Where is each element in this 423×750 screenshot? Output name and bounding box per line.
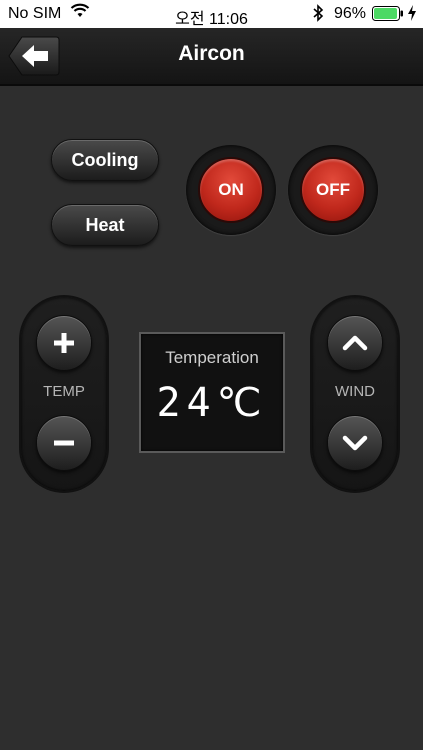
wind-control: WIND (312, 297, 398, 491)
plus-icon (54, 333, 74, 353)
page-title: Aircon (178, 42, 245, 65)
battery-percent: 96% (334, 5, 367, 22)
power-on-button[interactable]: ON (198, 157, 264, 223)
temp-control: TEMP (21, 297, 107, 491)
status-bar: No SIM 오전 11:06 96% (0, 0, 423, 28)
chevron-up-icon (342, 335, 368, 351)
battery-icon (372, 6, 404, 21)
power-off-ring: OFF (288, 145, 378, 235)
wind-label: WIND (335, 383, 375, 400)
charging-bolt-icon (407, 4, 417, 27)
cooling-button[interactable]: Cooling (51, 139, 159, 181)
temp-decrease-button[interactable] (36, 415, 92, 471)
heat-button[interactable]: Heat (51, 204, 159, 246)
temperature-display: Temperation 24℃ (139, 332, 285, 453)
temp-label: TEMP (43, 383, 85, 400)
minus-icon (54, 440, 74, 446)
chevron-down-icon (342, 435, 368, 451)
navigation-bar: Aircon (0, 28, 423, 86)
wind-up-button[interactable] (327, 315, 383, 371)
wind-down-button[interactable] (327, 415, 383, 471)
temp-increase-button[interactable] (36, 315, 92, 371)
power-off-button[interactable]: OFF (300, 157, 366, 223)
temperature-value: 24℃ (156, 380, 268, 426)
bluetooth-icon (312, 4, 324, 27)
power-on-ring: ON (186, 145, 276, 235)
display-label: Temperation (165, 348, 259, 367)
